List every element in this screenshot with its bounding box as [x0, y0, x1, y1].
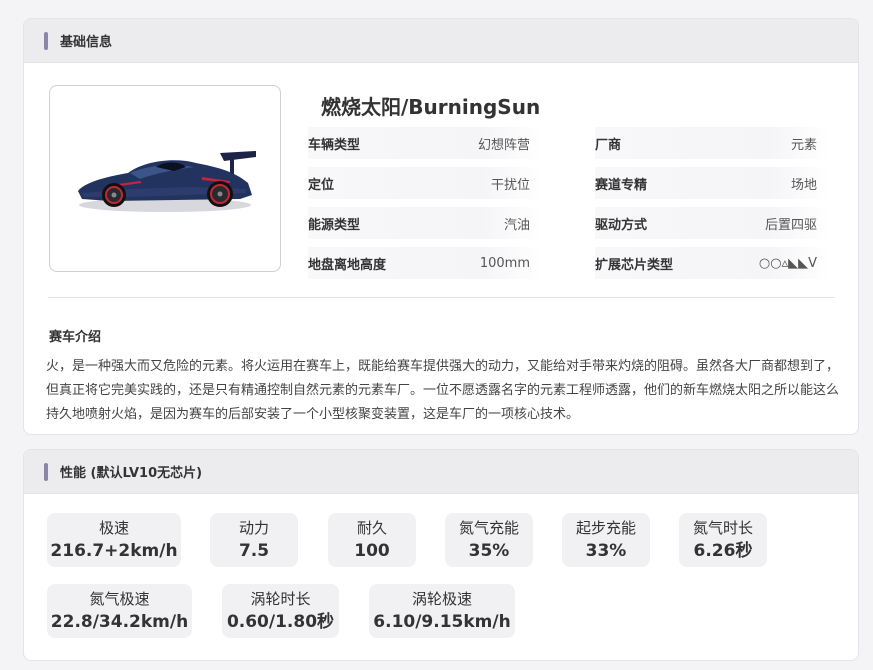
attr-value: ○○▵◣◣V: [758, 255, 817, 271]
stat-value: 22.8/34.2km/h: [50, 612, 189, 632]
stat-value: 0.60/1.80秒: [226, 612, 335, 632]
basic-info-header: 基础信息: [24, 19, 858, 63]
attr-value: 幻想阵营: [477, 137, 530, 153]
race-car-icon: [78, 150, 256, 212]
stat-label: 起步充能: [575, 519, 636, 537]
stat-label: 氮气极速: [89, 590, 150, 608]
attr-key: 定位: [308, 177, 335, 193]
stat-label: 耐久: [356, 519, 387, 537]
stat-nitro-charge: 氮气充能 35%: [445, 513, 533, 567]
attr-key: 扩展芯片类型: [595, 257, 674, 273]
stat-value: 216.7+2km/h: [50, 541, 178, 561]
attr-value: 汽油: [503, 217, 530, 233]
stat-nitro-top-speed: 氮气极速 22.8/34.2km/h: [47, 584, 192, 638]
attr-manufacturer: 厂商 元素: [595, 127, 829, 159]
attr-key: 驱动方式: [595, 217, 648, 233]
attr-key: 车辆类型: [308, 137, 361, 153]
attr-chip-type: 扩展芯片类型 ○○▵◣◣V: [595, 247, 829, 279]
section-divider: [48, 297, 835, 298]
performance-card: 性能 (默认LV10无芯片) 极速 216.7+2km/h 动力 7.5 耐久 …: [23, 449, 859, 661]
basic-info-title: 基础信息: [60, 35, 113, 50]
basic-info-card: 基础信息 燃烧太阳/BurningSun 车辆类型 幻想阵营 厂商 元素 定位 …: [23, 18, 859, 435]
stat-label: 极速: [98, 519, 129, 537]
attr-track-specialty: 赛道专精 场地: [595, 167, 829, 199]
stat-label: 氮气时长: [692, 519, 753, 537]
attr-key: 地盘离地高度: [308, 257, 387, 273]
attr-drive-type: 驱动方式 后置四驱: [595, 207, 829, 239]
stat-turbo-top-speed: 涡轮极速 6.10/9.15km/h: [369, 584, 515, 638]
attr-ground-clearance: 地盘离地高度 100mm: [308, 247, 542, 279]
intro-text: 火，是一种强大而又危险的元素。将火运用在赛车上，既能给赛车提供强大的动力，又能给…: [46, 359, 840, 422]
stat-turbo-duration: 涡轮时长 0.60/1.80秒: [222, 584, 339, 638]
car-name: 燃烧太阳/BurningSun: [321, 95, 541, 119]
performance-header: 性能 (默认LV10无芯片): [24, 450, 858, 494]
stat-label: 涡轮极速: [411, 590, 472, 608]
stat-value: 6.10/9.15km/h: [373, 612, 511, 632]
stat-value: 6.26秒: [693, 541, 753, 561]
stat-value: 100: [354, 541, 390, 561]
stat-label: 氮气充能: [458, 519, 519, 537]
stat-power: 动力 7.5: [210, 513, 298, 567]
car-image: [49, 85, 281, 272]
attr-value: 后置四驱: [764, 217, 817, 233]
stat-value: 33%: [585, 541, 627, 561]
attr-value: 场地: [790, 177, 817, 193]
performance-title: 性能 (默认LV10无芯片): [60, 466, 203, 481]
section-marker-icon: [44, 462, 48, 481]
section-marker-icon: [44, 31, 48, 50]
stat-start-charge: 起步充能 33%: [562, 513, 650, 567]
stat-value: 35%: [468, 541, 510, 561]
stat-value: 7.5: [238, 541, 270, 561]
intro-title: 赛车介绍: [49, 330, 102, 345]
stat-nitro-duration: 氮气时长 6.26秒: [679, 513, 767, 567]
attr-value: 元素: [790, 137, 817, 153]
attr-energy-type: 能源类型 汽油: [308, 207, 542, 239]
attr-key: 赛道专精: [595, 177, 648, 193]
attr-value: 干扰位: [490, 177, 530, 193]
stat-label: 动力: [238, 519, 269, 537]
attr-key: 能源类型: [308, 217, 361, 233]
attr-key: 厂商: [595, 137, 622, 153]
stat-label: 涡轮时长: [250, 590, 311, 608]
attr-value: 100mm: [479, 255, 530, 271]
attr-position: 定位 干扰位: [308, 167, 542, 199]
stat-top-speed: 极速 216.7+2km/h: [47, 513, 181, 567]
attr-vehicle-type: 车辆类型 幻想阵营: [308, 127, 542, 159]
stat-durability: 耐久 100: [328, 513, 416, 567]
